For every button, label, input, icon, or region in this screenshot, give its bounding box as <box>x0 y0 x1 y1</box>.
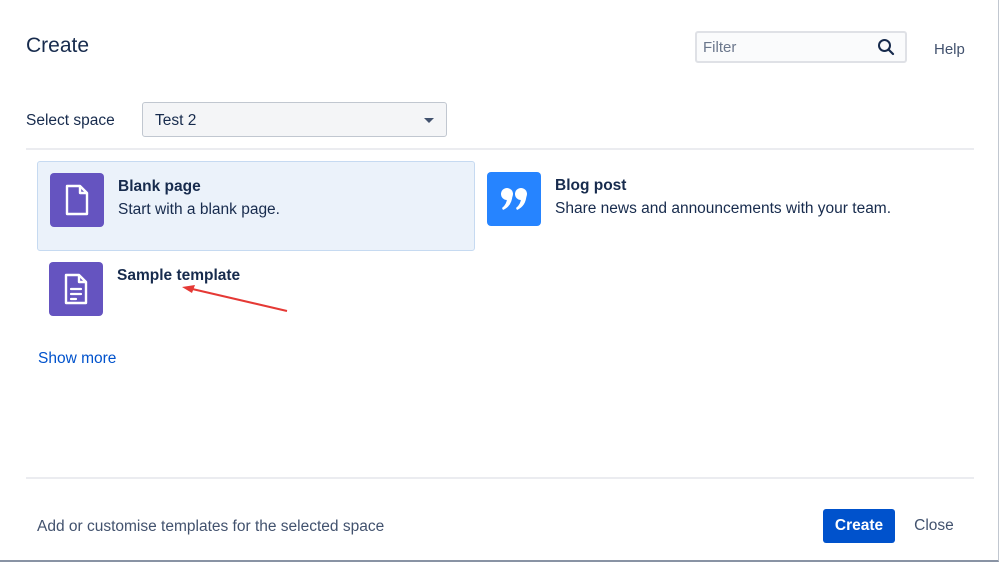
chevron-down-icon <box>424 118 434 123</box>
annotation-arrow-icon <box>182 285 288 312</box>
create-button[interactable]: Create <box>823 509 895 543</box>
customise-templates-text: Add or customise templates for the selec… <box>37 518 385 535</box>
template-name: Blank page <box>118 178 201 195</box>
template-document-icon <box>49 262 103 316</box>
template-name: Blog post <box>555 177 627 194</box>
select-space-label: Select space <box>26 112 115 129</box>
filter-input[interactable] <box>703 36 868 58</box>
dialog-title: Create <box>26 34 90 57</box>
template-blank-page[interactable]: Blank page Start with a blank page. <box>37 161 475 251</box>
template-blog-post[interactable]: Blog post Share news and announcements w… <box>475 161 945 251</box>
template-description: Start with a blank page. <box>118 201 280 218</box>
space-select[interactable]: Test 2 <box>142 102 447 137</box>
show-more-link[interactable]: Show more <box>38 350 116 368</box>
template-description: Share news and announcements with your t… <box>555 200 892 217</box>
divider <box>26 148 974 150</box>
blog-quote-icon <box>487 172 541 226</box>
create-dialog: Create Help Select space Test 2 Blank pa… <box>0 0 999 562</box>
blank-page-icon <box>50 173 104 227</box>
close-button[interactable]: Close <box>905 509 963 543</box>
filter-search-box[interactable] <box>695 31 907 63</box>
help-link[interactable]: Help <box>934 41 965 58</box>
space-select-value: Test 2 <box>155 112 197 129</box>
search-icon[interactable] <box>877 38 895 56</box>
divider <box>26 477 974 479</box>
